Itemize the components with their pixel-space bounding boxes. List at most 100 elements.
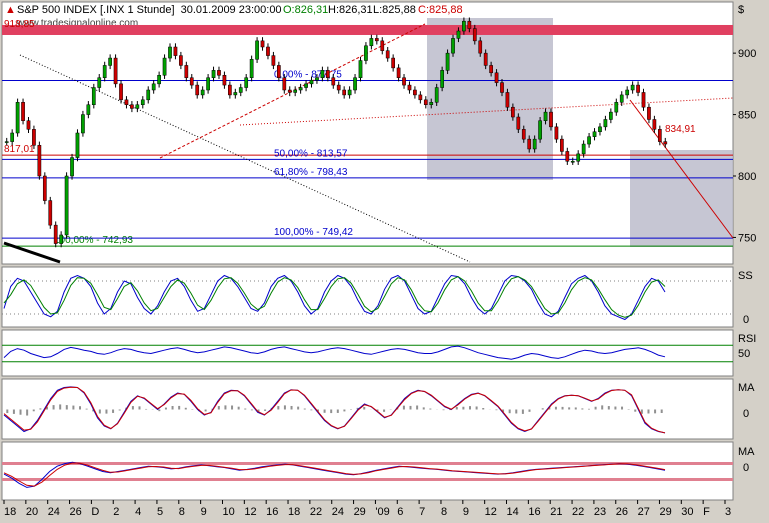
candle-body — [402, 77, 406, 86]
x-tick-label: 7 — [419, 506, 425, 518]
x-tick-label: 26 — [616, 506, 628, 518]
candle-body — [315, 77, 319, 81]
x-tick-label: D — [91, 506, 99, 518]
x-tick-label: 22 — [310, 506, 322, 518]
chart-window: ▲ S&P 500 INDEX [.INX 1 Stunde] 30.01.20… — [0, 0, 769, 520]
candle-body — [325, 70, 330, 78]
candle-body — [396, 67, 401, 78]
candle-body — [4, 141, 9, 143]
candle-body — [494, 72, 499, 83]
candle-body — [636, 84, 640, 93]
candle-body — [385, 50, 390, 59]
resistance-band — [2, 24, 733, 35]
price-tick-label: 800 — [738, 171, 756, 183]
candle-body — [179, 55, 183, 66]
candle-body — [26, 120, 31, 130]
x-tick-label: 3 — [725, 506, 731, 518]
candle-body — [581, 143, 586, 155]
candle-body — [168, 46, 172, 59]
candle-body — [146, 89, 151, 101]
x-tick-label: 23 — [594, 506, 606, 518]
macd-panel — [1, 378, 734, 440]
candle-body — [151, 83, 156, 91]
candle-body — [102, 65, 107, 78]
candle-body — [130, 104, 134, 109]
x-tick-label: 18 — [288, 506, 300, 518]
candle-body — [287, 89, 292, 93]
price-tick-label: 900 — [738, 48, 756, 60]
x-tick-label: 10 — [222, 506, 234, 518]
candle-body — [440, 70, 444, 88]
candle-body — [244, 77, 249, 88]
ohlc-c: C:825,88 — [418, 4, 463, 16]
stochastic-panel — [1, 266, 734, 328]
candle-body — [641, 92, 646, 108]
header-icon[interactable]: ▲ — [5, 4, 16, 16]
ohlc-o: O:826,31 — [283, 4, 328, 16]
x-tick-label: 24 — [48, 506, 60, 518]
price-panel — [1, 1, 734, 265]
candle-body — [549, 111, 553, 128]
candle-body — [527, 138, 532, 150]
candle-body — [619, 94, 624, 103]
candle-body — [576, 153, 581, 162]
x-tick-label: 8 — [179, 506, 185, 518]
candle-body — [48, 200, 53, 226]
candle-body — [195, 84, 200, 96]
candle-body — [157, 75, 161, 85]
candle-body — [97, 77, 102, 88]
candle-body — [511, 106, 515, 118]
candle-body — [489, 65, 493, 74]
candle-body — [233, 92, 238, 96]
candle-body — [336, 84, 341, 91]
chart-canvas: ▲ S&P 500 INDEX [.INX 1 Stunde] 30.01.20… — [1, 1, 756, 518]
candle-body — [266, 46, 270, 56]
macd-tick: 0 — [743, 408, 749, 420]
candle-body — [15, 102, 20, 134]
candle-body — [374, 38, 379, 42]
datetime-label: 30.01.2009 23:00:00 — [181, 4, 282, 16]
shade-zone-1 — [427, 18, 553, 180]
candle-body — [217, 70, 221, 76]
candle-body — [282, 77, 287, 91]
candle-body — [124, 99, 129, 105]
candle-body — [21, 102, 25, 121]
stoch-tick: 0 — [743, 314, 749, 326]
candle-body — [113, 57, 118, 85]
svg-text:S&P 500 INDEX [.INX 1 Stunde]: S&P 500 INDEX [.INX 1 Stunde] 30.01.2009… — [17, 4, 282, 16]
candle-body — [483, 52, 488, 66]
candle-body — [429, 102, 434, 105]
candle-body — [260, 40, 265, 48]
candle-body — [86, 104, 91, 115]
x-tick-label: 2 — [113, 506, 119, 518]
x-tick-label: 27 — [638, 506, 650, 518]
candle-body — [472, 28, 477, 42]
rsi-panel — [1, 329, 734, 377]
x-tick-label: F — [703, 506, 710, 518]
candle-body — [81, 114, 85, 134]
instrument-label: S&P 500 INDEX [.INX 1 Stunde] — [17, 4, 175, 16]
candle-body — [211, 70, 216, 78]
level-label: 50,00% - 813,57 — [274, 148, 348, 159]
ohlc-readout: O:826,31 H:826,31 L:825,88 C:825,88 — [283, 4, 463, 16]
candle-body — [347, 89, 352, 96]
momentum-label: MA — [738, 446, 755, 458]
macd-label: MA — [738, 382, 755, 394]
x-tick-label: 14 — [507, 506, 519, 518]
candle-body — [42, 175, 47, 201]
candle-body — [70, 157, 74, 177]
candle-body — [222, 75, 227, 86]
candle-body — [331, 77, 336, 86]
candle-body — [380, 40, 385, 51]
level-label: 100,00% - 742,93 — [54, 235, 133, 246]
candle-body — [320, 70, 325, 78]
candle-body — [184, 65, 189, 78]
shade-zone-2 — [630, 150, 733, 247]
candle-body — [418, 94, 423, 101]
candle-body — [445, 52, 450, 71]
candle-body — [516, 116, 521, 130]
x-tick-label: 29 — [354, 506, 366, 518]
x-tick-label: 8 — [441, 506, 447, 518]
price-tick-label: 850 — [738, 110, 756, 122]
candle-body — [189, 77, 194, 86]
